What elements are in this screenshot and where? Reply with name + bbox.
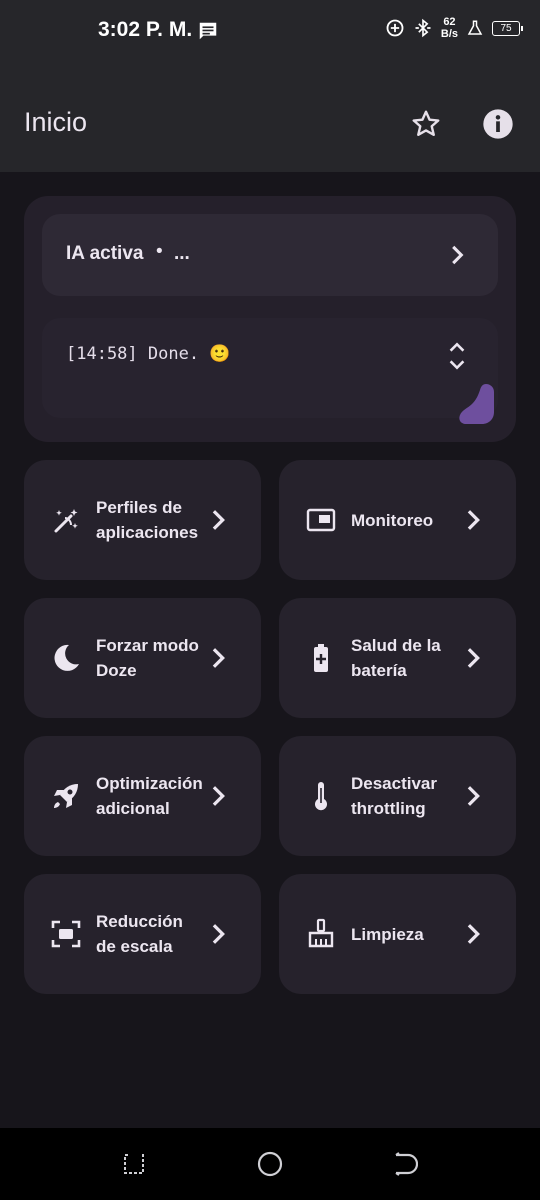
chevron-right-icon <box>467 924 480 944</box>
moon-icon <box>54 644 79 671</box>
rocket-icon <box>54 784 78 808</box>
network-speed: 62 B/s <box>441 16 458 40</box>
recents-icon[interactable] <box>120 1150 148 1178</box>
chevron-right-icon <box>212 648 225 668</box>
resize-handle-icon[interactable] <box>458 382 498 424</box>
chevron-right-icon <box>452 245 464 265</box>
ai-status-row[interactable]: IA activa • ... <box>42 214 498 296</box>
tile-monitoring[interactable]: Monitoreo <box>279 460 516 580</box>
ai-status-separator: • <box>156 241 163 262</box>
ai-status-card: IA activa • ... [14:58] Done. 🙂 <box>24 196 516 442</box>
tile-force-doze[interactable]: Forzar modo Doze <box>24 598 261 718</box>
status-time: 3:02 P. M. <box>98 18 193 41</box>
chevron-right-icon <box>467 648 480 668</box>
tile-disable-throttling[interactable]: Desactivar throttling <box>279 736 516 856</box>
message-icon <box>199 22 217 40</box>
chevron-right-icon <box>212 510 225 530</box>
tile-label: Optimización adicional <box>96 774 203 818</box>
page-title: Inicio <box>24 107 88 137</box>
tile-label: Monitoreo <box>351 510 434 530</box>
system-nav-bar <box>0 1128 540 1200</box>
thermometer-icon <box>315 782 327 811</box>
status-icons: 62 B/s 75 <box>385 16 523 40</box>
tile-cleanup[interactable]: Limpieza <box>279 874 516 994</box>
warning-flask-icon <box>467 20 483 35</box>
tile-app-profiles[interactable]: Perfiles de aplicaciones <box>24 460 261 580</box>
tile-label: Forzar modo Doze <box>96 636 199 680</box>
ai-status-value: ... <box>174 243 190 264</box>
back-icon[interactable] <box>390 1150 418 1178</box>
magic-wand-icon <box>54 509 78 533</box>
tile-battery-health[interactable]: Salud de la batería <box>279 598 516 718</box>
chevron-right-icon <box>467 786 480 806</box>
unfold-more-icon[interactable] <box>444 340 470 372</box>
broom-icon <box>308 918 334 948</box>
tile-label: Reducción de escala <box>96 912 183 956</box>
home-icon[interactable] <box>256 1150 284 1178</box>
bluetooth-off-icon <box>415 18 431 38</box>
tile-label: Limpieza <box>351 924 424 944</box>
info-icon[interactable] <box>482 108 514 140</box>
data-saver-icon <box>386 19 404 37</box>
ai-status-label: IA activa <box>66 243 144 264</box>
status-bar: 3:02 P. M. 62 B/s 75 <box>0 0 540 62</box>
tile-label: Desactivar throttling <box>351 774 438 818</box>
app-bar: Inicio <box>0 62 540 172</box>
tile-extra-optimization[interactable]: Optimización adicional <box>24 736 261 856</box>
battery-indicator: 75 <box>492 20 523 36</box>
fit-screen-icon <box>51 920 81 948</box>
chevron-right-icon <box>212 924 225 944</box>
network-speed-unit: B/s <box>440 28 458 40</box>
log-text: [14:58] Done. 🙂 <box>66 344 231 364</box>
picture-in-picture-icon <box>306 508 336 532</box>
log-output: [14:58] Done. 🙂 <box>42 318 498 418</box>
network-speed-value: 62 <box>443 16 456 28</box>
battery-plus-icon <box>314 644 328 672</box>
chevron-right-icon <box>212 786 225 806</box>
tile-label: Salud de la batería <box>351 636 441 680</box>
star-outline-icon[interactable] <box>410 108 442 140</box>
tile-downscale[interactable]: Reducción de escala <box>24 874 261 994</box>
tile-label: Perfiles de aplicaciones <box>96 498 199 542</box>
chevron-right-icon <box>467 510 480 530</box>
